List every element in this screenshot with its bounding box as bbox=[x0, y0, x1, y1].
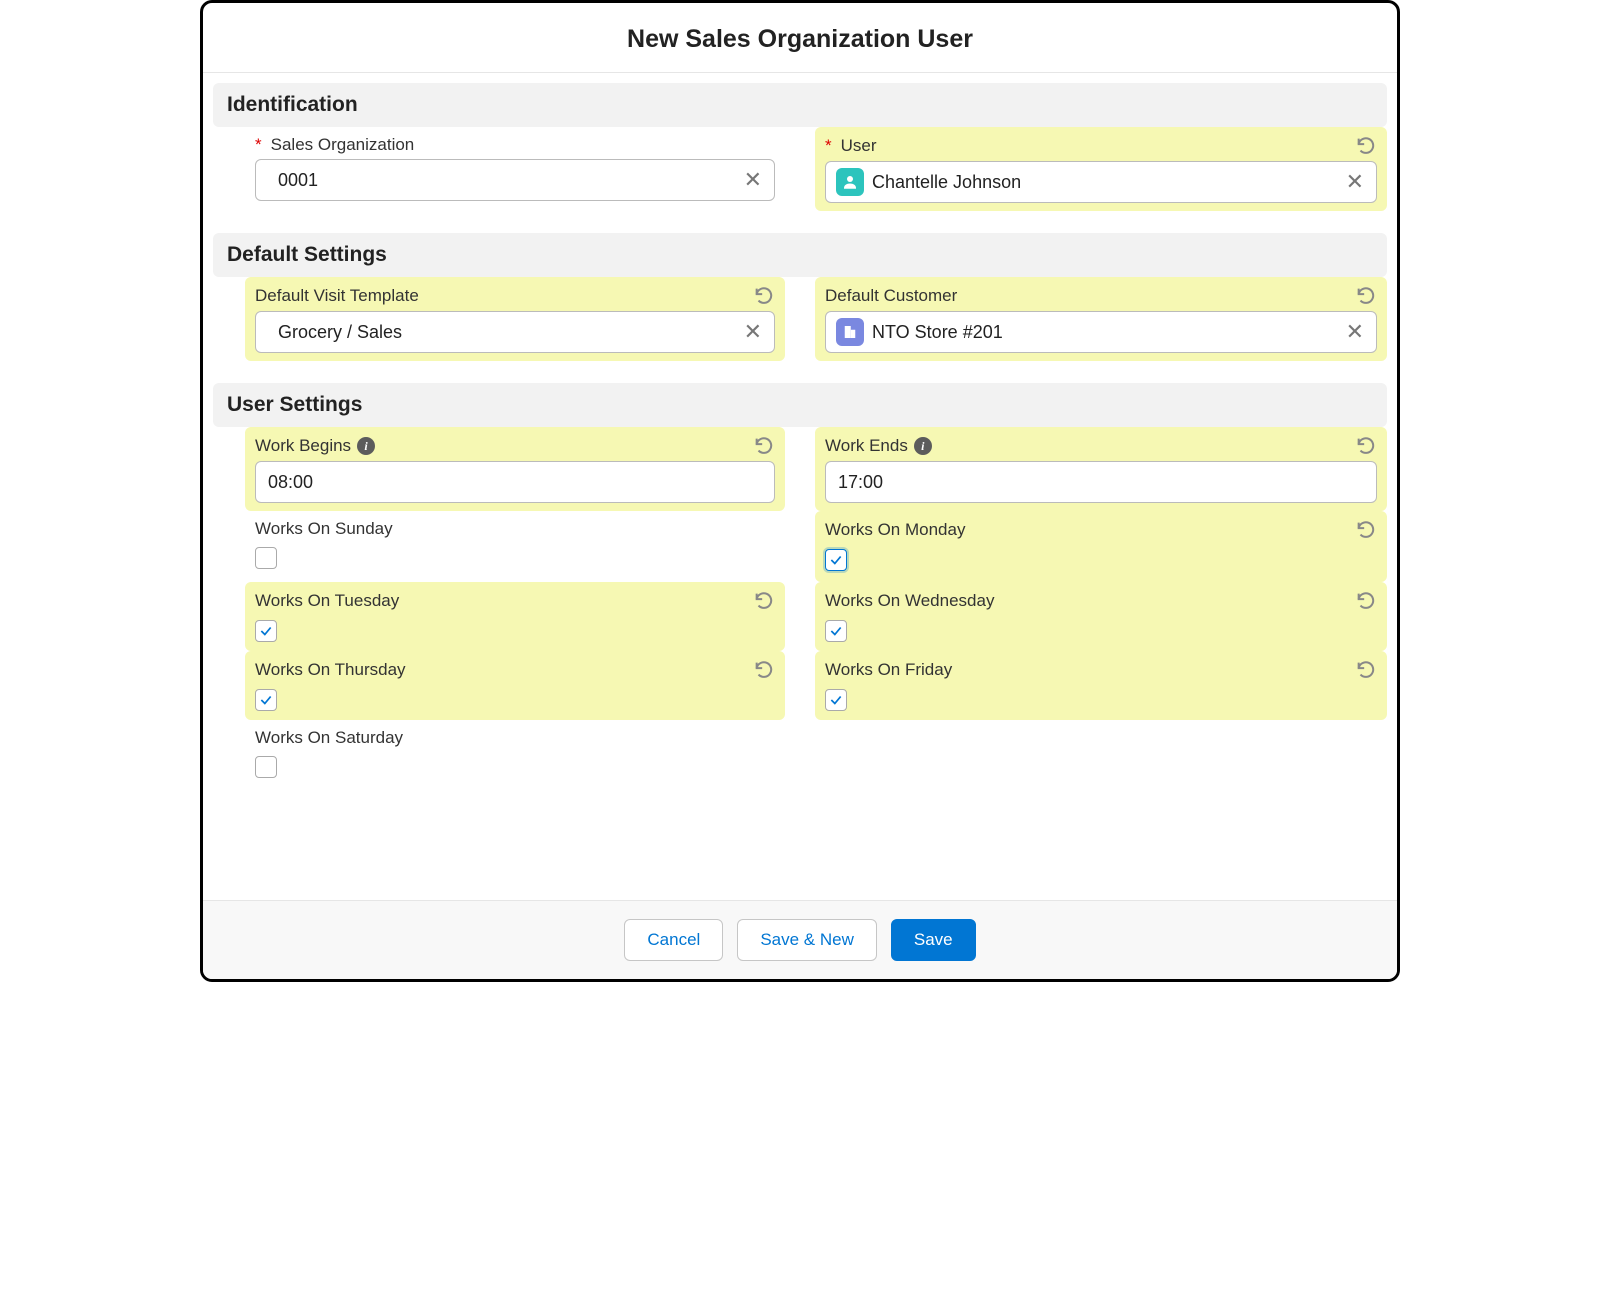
label-user: *User bbox=[825, 136, 877, 156]
clear-icon[interactable]: ✕ bbox=[1344, 171, 1366, 193]
label-friday: Works On Friday bbox=[825, 660, 952, 680]
clear-icon[interactable]: ✕ bbox=[742, 321, 764, 343]
label-work-ends: Work Endsi bbox=[825, 436, 932, 456]
field-default-visit-template: Default Visit Template Grocery / Sales ✕ bbox=[245, 277, 785, 361]
field-friday: Works On Friday bbox=[815, 651, 1387, 720]
label-default-customer: Default Customer bbox=[825, 286, 957, 306]
undo-icon[interactable] bbox=[1355, 135, 1377, 157]
building-icon bbox=[836, 318, 864, 346]
undo-icon[interactable] bbox=[1355, 285, 1377, 307]
work-ends-input[interactable] bbox=[836, 471, 1366, 494]
checkbox-monday[interactable] bbox=[825, 549, 847, 571]
cancel-button[interactable]: Cancel bbox=[624, 919, 723, 961]
footer: Cancel Save & New Save bbox=[203, 900, 1397, 979]
checkbox-tuesday[interactable] bbox=[255, 620, 277, 642]
save-and-new-button[interactable]: Save & New bbox=[737, 919, 877, 961]
label-sales-organization: *Sales Organization bbox=[255, 135, 414, 155]
input-user[interactable]: Chantelle Johnson ✕ bbox=[825, 161, 1377, 203]
clear-icon[interactable]: ✕ bbox=[1344, 321, 1366, 343]
field-tuesday: Works On Tuesday bbox=[245, 582, 785, 651]
checkbox-saturday[interactable] bbox=[255, 756, 277, 778]
info-icon[interactable]: i bbox=[914, 437, 932, 455]
field-wednesday: Works On Wednesday bbox=[815, 582, 1387, 651]
clear-icon[interactable]: ✕ bbox=[742, 169, 764, 191]
label-thursday: Works On Thursday bbox=[255, 660, 406, 680]
checkbox-friday[interactable] bbox=[825, 689, 847, 711]
field-saturday: Works On Saturday bbox=[245, 720, 785, 791]
info-icon[interactable]: i bbox=[357, 437, 375, 455]
field-default-customer: Default Customer NTO Store #201 ✕ bbox=[815, 277, 1387, 361]
input-work-begins[interactable] bbox=[255, 461, 775, 503]
user-icon bbox=[836, 168, 864, 196]
section-default-settings: Default Settings bbox=[213, 233, 1387, 277]
field-user: *User Chantelle Johnson ✕ bbox=[815, 127, 1387, 211]
save-button[interactable]: Save bbox=[891, 919, 976, 961]
undo-icon[interactable] bbox=[1355, 590, 1377, 612]
checkbox-thursday[interactable] bbox=[255, 689, 277, 711]
form-content: Identification *Sales Organization 0001 … bbox=[203, 73, 1397, 900]
undo-icon[interactable] bbox=[753, 590, 775, 612]
undo-icon[interactable] bbox=[753, 659, 775, 681]
dialog: New Sales Organization User Identificati… bbox=[200, 0, 1400, 982]
label-work-begins: Work Beginsi bbox=[255, 436, 375, 456]
input-work-ends[interactable] bbox=[825, 461, 1377, 503]
field-thursday: Works On Thursday bbox=[245, 651, 785, 720]
required-mark: * bbox=[255, 135, 262, 155]
input-default-customer[interactable]: NTO Store #201 ✕ bbox=[825, 311, 1377, 353]
undo-icon[interactable] bbox=[1355, 519, 1377, 541]
label-sunday: Works On Sunday bbox=[255, 519, 393, 539]
field-sunday: Works On Sunday bbox=[245, 511, 785, 582]
section-user-settings: User Settings bbox=[213, 383, 1387, 427]
undo-icon[interactable] bbox=[753, 285, 775, 307]
field-sales-organization: *Sales Organization 0001 ✕ bbox=[245, 127, 785, 211]
label-monday: Works On Monday bbox=[825, 520, 965, 540]
undo-icon[interactable] bbox=[1355, 659, 1377, 681]
field-monday: Works On Monday bbox=[815, 511, 1387, 582]
label-wednesday: Works On Wednesday bbox=[825, 591, 994, 611]
input-sales-organization[interactable]: 0001 ✕ bbox=[255, 159, 775, 201]
field-work-begins: Work Beginsi bbox=[245, 427, 785, 511]
page-title: New Sales Organization User bbox=[203, 3, 1397, 73]
label-tuesday: Works On Tuesday bbox=[255, 591, 399, 611]
label-saturday: Works On Saturday bbox=[255, 728, 403, 748]
checkbox-sunday[interactable] bbox=[255, 547, 277, 569]
field-work-ends: Work Endsi bbox=[815, 427, 1387, 511]
input-default-visit-template[interactable]: Grocery / Sales ✕ bbox=[255, 311, 775, 353]
undo-icon[interactable] bbox=[1355, 435, 1377, 457]
label-default-visit-template: Default Visit Template bbox=[255, 286, 419, 306]
required-mark: * bbox=[825, 136, 832, 156]
section-identification: Identification bbox=[213, 83, 1387, 127]
checkbox-wednesday[interactable] bbox=[825, 620, 847, 642]
undo-icon[interactable] bbox=[753, 435, 775, 457]
work-begins-input[interactable] bbox=[266, 471, 764, 494]
